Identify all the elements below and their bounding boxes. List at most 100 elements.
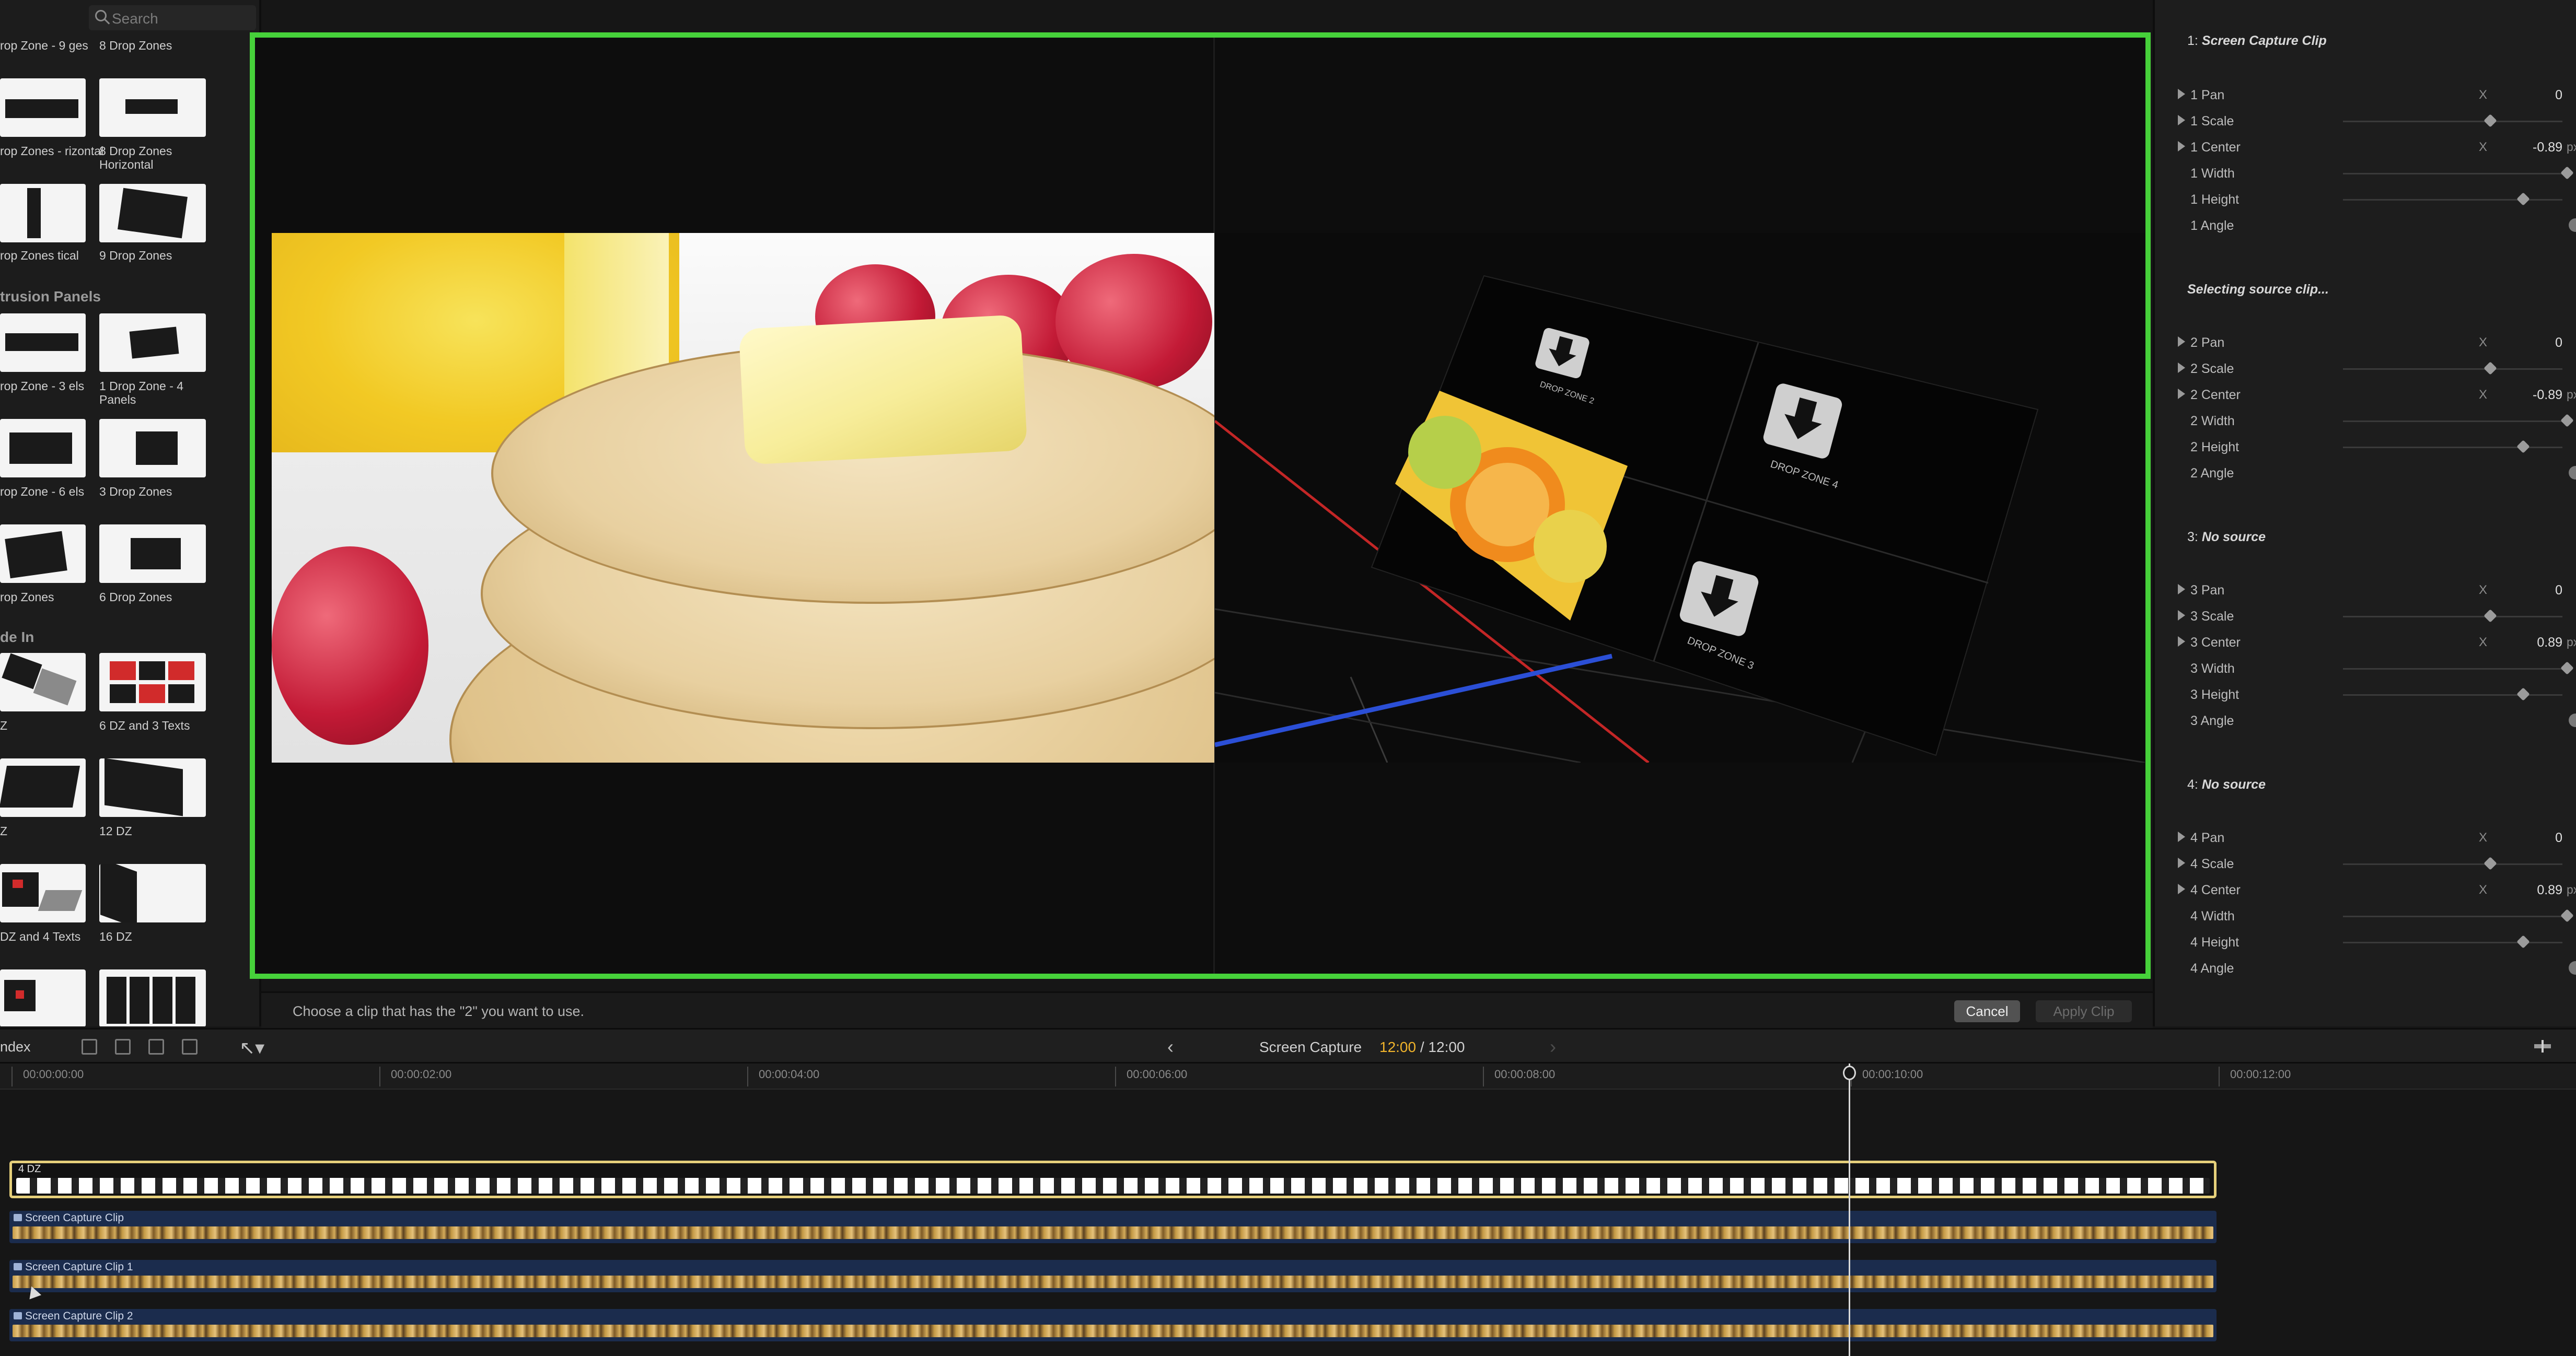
browser-item-label[interactable]: Z — [0, 719, 105, 732]
param-slider[interactable] — [2343, 609, 2562, 623]
param-value[interactable]: 0 — [2510, 583, 2562, 598]
angle-dial-icon[interactable] — [2569, 218, 2576, 232]
param-row[interactable]: 1 Width — [2155, 163, 2576, 186]
param-row[interactable]: 2 Angle — [2155, 463, 2576, 486]
slider-knob[interactable] — [2484, 857, 2497, 870]
param-row[interactable]: 3 Angle — [2155, 710, 2576, 733]
browser-thumbnail[interactable] — [99, 969, 206, 1026]
cancel-button[interactable]: Cancel — [1954, 1000, 2020, 1022]
browser-item-label[interactable]: 16 DZ — [99, 930, 204, 943]
disclosure-triangle-icon[interactable] — [2178, 858, 2185, 868]
slider-knob[interactable] — [2484, 361, 2497, 375]
browser-thumbnail[interactable] — [0, 313, 86, 372]
browser-thumbnail[interactable] — [99, 419, 206, 477]
param-row[interactable]: 4 Height — [2155, 932, 2576, 955]
disclosure-triangle-icon[interactable] — [2178, 389, 2185, 399]
param-row[interactable]: 3 Width — [2155, 658, 2576, 681]
connect-clip-icon[interactable] — [115, 1039, 131, 1055]
browser-item-label[interactable]: Z — [0, 824, 105, 838]
param-slider[interactable] — [2343, 935, 2562, 949]
timeline[interactable]: 00:00:00:00 00:00:02:00 00:00:04:00 00:0… — [0, 1063, 2576, 1356]
angle-dial-icon[interactable] — [2569, 961, 2576, 975]
browser-item-label[interactable]: 3 Drop Zones — [99, 485, 204, 498]
param-row[interactable]: 4 Width — [2155, 906, 2576, 929]
slider-knob[interactable] — [2484, 114, 2497, 127]
browser-thumbnail[interactable] — [0, 653, 86, 711]
disclosure-triangle-icon[interactable] — [2178, 363, 2185, 373]
clip-appearance-icon[interactable] — [82, 1039, 97, 1055]
param-slider[interactable] — [2343, 857, 2562, 870]
slider-knob[interactable] — [2560, 661, 2574, 675]
param-row[interactable]: 1 Center X -0.89 px — [2155, 137, 2576, 160]
timeline-zoom-icon[interactable] — [2532, 1039, 2553, 1054]
disclosure-triangle-icon[interactable] — [2178, 584, 2185, 594]
browser-thumbnail[interactable] — [0, 419, 86, 477]
browser-item-label[interactable]: rop Zones - rizontal — [0, 144, 105, 158]
browser-thumbnail[interactable] — [99, 758, 206, 817]
browser-thumbnail[interactable] — [99, 653, 206, 711]
browser-thumbnail[interactable] — [0, 864, 86, 922]
browser-item-label[interactable]: 12 DZ — [99, 824, 204, 838]
browser-item-label[interactable]: rop Zone - 3 els — [0, 379, 105, 393]
param-slider[interactable] — [2343, 909, 2574, 922]
browser-search-field[interactable]: Search — [89, 5, 256, 30]
param-slider[interactable] — [2343, 361, 2562, 375]
param-row[interactable]: 1 Angle — [2155, 215, 2576, 238]
timeline-index-button[interactable]: ndex — [0, 1039, 31, 1055]
browser-item-label[interactable]: 6 DZ and 3 Texts — [99, 719, 204, 732]
timeline-clip[interactable]: Screen Capture Clip 2 — [9, 1309, 2217, 1341]
slider-knob[interactable] — [2560, 414, 2574, 427]
slider-knob[interactable] — [2560, 909, 2574, 922]
param-value[interactable]: 0.89 — [2510, 635, 2562, 650]
param-row[interactable]: 1 Height — [2155, 189, 2576, 212]
browser-thumbnail[interactable] — [99, 524, 206, 583]
param-row[interactable]: 4 Pan X 0 — [2155, 827, 2576, 850]
browser-thumbnail[interactable] — [99, 184, 206, 242]
browser-item-label[interactable]: 9 Drop Zones — [99, 249, 204, 262]
select-tool-icon[interactable]: ↖▾ — [239, 1037, 264, 1059]
param-row[interactable]: 2 Width — [2155, 411, 2576, 434]
param-row[interactable]: 4 Scale — [2155, 854, 2576, 876]
timeline-ruler[interactable]: 00:00:00:00 00:00:02:00 00:00:04:00 00:0… — [0, 1063, 2576, 1090]
browser-item-label[interactable]: 8 Drop Zones Horizontal — [99, 144, 204, 171]
param-row[interactable]: 3 Height — [2155, 684, 2576, 707]
param-row[interactable]: 1 Pan X 0 — [2155, 85, 2576, 108]
param-row[interactable]: 3 Center X 0.89 px — [2155, 632, 2576, 655]
param-row[interactable]: 3 Pan X 0 — [2155, 580, 2576, 603]
apply-clip-button[interactable]: Apply Clip — [2036, 1000, 2132, 1022]
slider-knob[interactable] — [2516, 440, 2530, 453]
param-row[interactable]: 2 Center X -0.89 px — [2155, 384, 2576, 407]
source-clip-preview[interactable] — [272, 233, 1214, 763]
disclosure-triangle-icon[interactable] — [2178, 832, 2185, 842]
timeline-clip-selected[interactable]: 4 DZ — [9, 1161, 2217, 1198]
param-value[interactable]: 0 — [2510, 831, 2562, 846]
browser-thumbnail[interactable] — [99, 864, 206, 922]
param-slider[interactable] — [2343, 687, 2562, 701]
browser-item-label[interactable]: rop Zone - 9 ges — [0, 39, 105, 52]
browser-thumbnail[interactable] — [0, 758, 86, 817]
append-clip-icon[interactable] — [182, 1039, 198, 1055]
param-slider[interactable] — [2343, 414, 2574, 427]
browser-thumbnail[interactable] — [0, 184, 86, 242]
param-value[interactable]: 0 — [2510, 88, 2562, 103]
param-row[interactable]: 1 Scale — [2155, 111, 2576, 134]
param-slider[interactable] — [2343, 440, 2562, 453]
param-value[interactable]: 0 — [2510, 335, 2562, 350]
param-row[interactable]: 3 Scale — [2155, 606, 2576, 629]
browser-item-label[interactable]: 1 Drop Zone - 4 Panels — [99, 379, 204, 406]
browser-thumbnail[interactable] — [0, 969, 86, 1026]
disclosure-triangle-icon[interactable] — [2178, 884, 2185, 894]
browser-thumbnail[interactable] — [99, 78, 206, 137]
param-row[interactable]: 4 Angle — [2155, 958, 2576, 981]
slider-knob[interactable] — [2516, 935, 2530, 949]
playhead-handle[interactable] — [1843, 1066, 1856, 1080]
param-row[interactable]: 2 Height — [2155, 437, 2576, 460]
browser-thumbnail[interactable] — [0, 524, 86, 583]
browser-item-label[interactable]: rop Zone - 6 els — [0, 485, 105, 498]
browser-item-label[interactable]: 6 Drop Zones — [99, 590, 204, 604]
browser-item-label[interactable]: 8 Drop Zones — [99, 39, 204, 52]
angle-dial-icon[interactable] — [2569, 714, 2576, 727]
disclosure-triangle-icon[interactable] — [2178, 336, 2185, 347]
param-slider[interactable] — [2343, 114, 2562, 127]
3d-scene-preview[interactable]: DROP ZONE 2 DROP ZONE 4 DROP ZONE 3 — [1215, 233, 2145, 763]
